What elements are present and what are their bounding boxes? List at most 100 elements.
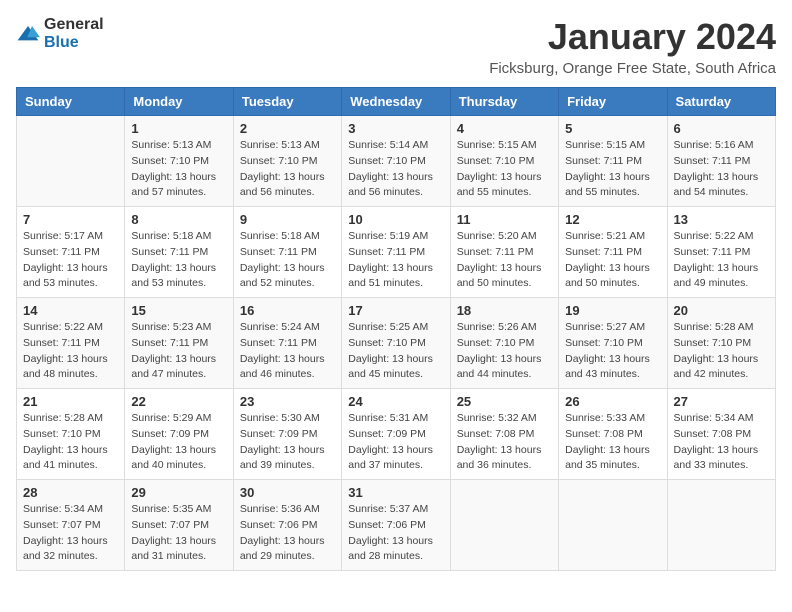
day-info: Sunrise: 5:26 AMSunset: 7:10 PMDaylight:… [457,320,552,383]
day-info: Sunrise: 5:32 AMSunset: 7:08 PMDaylight:… [457,411,552,474]
calendar-cell: 9 Sunrise: 5:18 AMSunset: 7:11 PMDaylight… [233,207,341,298]
day-number: 13 [674,212,769,227]
calendar-cell: 12 Sunrise: 5:21 AMSunset: 7:11 PMDayligh… [559,207,667,298]
day-number: 3 [348,121,443,136]
day-number: 20 [674,303,769,318]
day-info: Sunrise: 5:22 AMSunset: 7:11 PMDaylight:… [23,320,118,383]
day-number: 9 [240,212,335,227]
calendar-table: SundayMondayTuesdayWednesdayThursdayFrid… [16,87,776,571]
calendar-cell: 29 Sunrise: 5:35 AMSunset: 7:07 PMDayligh… [125,480,233,571]
day-info: Sunrise: 5:13 AMSunset: 7:10 PMDaylight:… [240,138,335,201]
calendar-cell: 6 Sunrise: 5:16 AMSunset: 7:11 PMDaylight… [667,116,775,207]
day-info: Sunrise: 5:15 AMSunset: 7:11 PMDaylight:… [565,138,660,201]
day-number: 24 [348,394,443,409]
header-day-saturday: Saturday [667,88,775,116]
calendar-title: January 2024 [489,16,776,58]
day-info: Sunrise: 5:30 AMSunset: 7:09 PMDaylight:… [240,411,335,474]
day-info: Sunrise: 5:14 AMSunset: 7:10 PMDaylight:… [348,138,443,201]
calendar-cell: 28 Sunrise: 5:34 AMSunset: 7:07 PMDayligh… [17,480,125,571]
day-number: 1 [131,121,226,136]
calendar-cell: 8 Sunrise: 5:18 AMSunset: 7:11 PMDaylight… [125,207,233,298]
calendar-cell: 27 Sunrise: 5:34 AMSunset: 7:08 PMDayligh… [667,389,775,480]
day-info: Sunrise: 5:13 AMSunset: 7:10 PMDaylight:… [131,138,226,201]
calendar-cell: 24 Sunrise: 5:31 AMSunset: 7:09 PMDayligh… [342,389,450,480]
header-day-friday: Friday [559,88,667,116]
day-number: 26 [565,394,660,409]
day-info: Sunrise: 5:15 AMSunset: 7:10 PMDaylight:… [457,138,552,201]
day-number: 6 [674,121,769,136]
day-number: 25 [457,394,552,409]
day-info: Sunrise: 5:17 AMSunset: 7:11 PMDaylight:… [23,229,118,292]
calendar-cell: 23Sunrise: 5:30 AMSunset: 7:09 PMDayligh… [233,389,341,480]
day-number: 19 [565,303,660,318]
day-number: 15 [131,303,226,318]
calendar-header-row: SundayMondayTuesdayWednesdayThursdayFrid… [17,88,776,116]
day-number: 12 [565,212,660,227]
day-info: Sunrise: 5:20 AMSunset: 7:11 PMDaylight:… [457,229,552,292]
day-info: Sunrise: 5:18 AMSunset: 7:11 PMDaylight:… [131,229,226,292]
header-day-tuesday: Tuesday [233,88,341,116]
day-info: Sunrise: 5:33 AMSunset: 7:08 PMDaylight:… [565,411,660,474]
day-number: 4 [457,121,552,136]
day-number: 8 [131,212,226,227]
header-day-monday: Monday [125,88,233,116]
day-info: Sunrise: 5:25 AMSunset: 7:10 PMDaylight:… [348,320,443,383]
calendar-cell: 22 Sunrise: 5:29 AMSunset: 7:09 PMDayligh… [125,389,233,480]
page-header: General Blue January 2024 Ficksburg, Ora… [16,16,776,77]
day-number: 14 [23,303,118,318]
day-info: Sunrise: 5:36 AMSunset: 7:06 PMDaylight:… [240,502,335,565]
calendar-cell: 5 Sunrise: 5:15 AMSunset: 7:11 PMDaylight… [559,116,667,207]
day-info: Sunrise: 5:29 AMSunset: 7:09 PMDaylight:… [131,411,226,474]
day-number: 27 [674,394,769,409]
day-number: 5 [565,121,660,136]
day-number: 21 [23,394,118,409]
calendar-cell: 15Sunrise: 5:23 AMSunset: 7:11 PMDayligh… [125,298,233,389]
day-number: 31 [348,485,443,500]
calendar-cell [667,480,775,571]
day-info: Sunrise: 5:34 AMSunset: 7:07 PMDaylight:… [23,502,118,565]
day-info: Sunrise: 5:35 AMSunset: 7:07 PMDaylight:… [131,502,226,565]
logo-text-general: General [44,16,104,33]
calendar-cell: 7 Sunrise: 5:17 AMSunset: 7:11 PMDaylight… [17,207,125,298]
day-number: 29 [131,485,226,500]
day-number: 7 [23,212,118,227]
calendar-cell: 20Sunrise: 5:28 AMSunset: 7:10 PMDayligh… [667,298,775,389]
calendar-cell: 14 Sunrise: 5:22 AMSunset: 7:11 PMDayligh… [17,298,125,389]
calendar-cell [559,480,667,571]
calendar-location: Ficksburg, Orange Free State, South Afri… [489,60,776,77]
day-number: 10 [348,212,443,227]
calendar-cell: 30Sunrise: 5:36 AMSunset: 7:06 PMDayligh… [233,480,341,571]
logo-text-blue: Blue [44,34,79,51]
calendar-cell: 11 Sunrise: 5:20 AMSunset: 7:11 PMDayligh… [450,207,558,298]
calendar-cell [17,116,125,207]
calendar-cell: 25 Sunrise: 5:32 AMSunset: 7:08 PMDayligh… [450,389,558,480]
calendar-cell: 2Sunrise: 5:13 AMSunset: 7:10 PMDaylight… [233,116,341,207]
day-info: Sunrise: 5:27 AMSunset: 7:10 PMDaylight:… [565,320,660,383]
day-info: Sunrise: 5:21 AMSunset: 7:11 PMDaylight:… [565,229,660,292]
logo: General Blue [16,16,104,52]
day-number: 16 [240,303,335,318]
day-number: 18 [457,303,552,318]
day-info: Sunrise: 5:37 AMSunset: 7:06 PMDaylight:… [348,502,443,565]
calendar-cell: 19 Sunrise: 5:27 AMSunset: 7:10 PMDayligh… [559,298,667,389]
day-info: Sunrise: 5:24 AMSunset: 7:11 PMDaylight:… [240,320,335,383]
day-info: Sunrise: 5:22 AMSunset: 7:11 PMDaylight:… [674,229,769,292]
calendar-cell: 21Sunrise: 5:28 AMSunset: 7:10 PMDayligh… [17,389,125,480]
day-number: 28 [23,485,118,500]
calendar-week-row: 28 Sunrise: 5:34 AMSunset: 7:07 PMDayligh… [17,480,776,571]
day-number: 11 [457,212,552,227]
logo-icon [16,24,40,44]
day-info: Sunrise: 5:31 AMSunset: 7:09 PMDaylight:… [348,411,443,474]
calendar-cell: 16 Sunrise: 5:24 AMSunset: 7:11 PMDayligh… [233,298,341,389]
day-number: 22 [131,394,226,409]
day-info: Sunrise: 5:16 AMSunset: 7:11 PMDaylight:… [674,138,769,201]
calendar-cell: 4 Sunrise: 5:15 AMSunset: 7:10 PMDaylight… [450,116,558,207]
calendar-cell: 18 Sunrise: 5:26 AMSunset: 7:10 PMDayligh… [450,298,558,389]
calendar-cell [450,480,558,571]
calendar-cell: 13 Sunrise: 5:22 AMSunset: 7:11 PMDayligh… [667,207,775,298]
calendar-week-row: 14 Sunrise: 5:22 AMSunset: 7:11 PMDayligh… [17,298,776,389]
calendar-week-row: 7 Sunrise: 5:17 AMSunset: 7:11 PMDaylight… [17,207,776,298]
day-info: Sunrise: 5:18 AMSunset: 7:11 PMDaylight:… [240,229,335,292]
calendar-week-row: 21Sunrise: 5:28 AMSunset: 7:10 PMDayligh… [17,389,776,480]
day-info: Sunrise: 5:34 AMSunset: 7:08 PMDaylight:… [674,411,769,474]
